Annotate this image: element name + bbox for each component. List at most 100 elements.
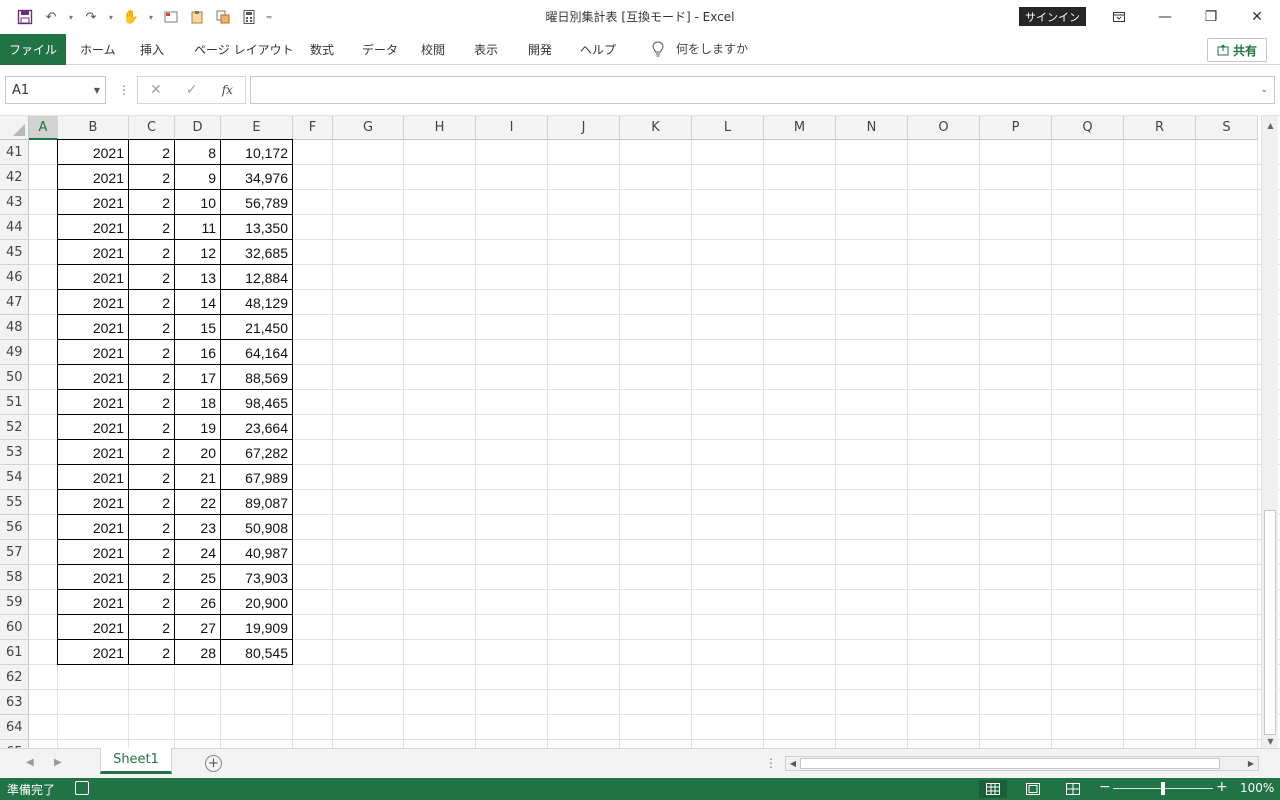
sheet-tab-sheet1[interactable]: Sheet1: [100, 748, 172, 774]
cell-b-value[interactable]: [58, 665, 129, 690]
cell-d-value[interactable]: 17: [175, 365, 221, 390]
row-header[interactable]: 42: [0, 165, 29, 190]
cell-c-value[interactable]: 2: [129, 590, 175, 615]
column-header-b[interactable]: B: [58, 116, 129, 140]
scroll-up-icon[interactable]: ▲: [1262, 118, 1279, 132]
cell-d-value[interactable]: 18: [175, 390, 221, 415]
cell-e-value[interactable]: 12,884: [221, 265, 293, 290]
expand-formula-bar-icon[interactable]: ⌄: [1260, 85, 1268, 95]
horizontal-scrollbar[interactable]: ◀ ▶: [785, 756, 1259, 771]
cell-b-value[interactable]: 2021: [58, 440, 129, 465]
cell-d-value[interactable]: 9: [175, 165, 221, 190]
cancel-icon[interactable]: ✕: [150, 82, 162, 98]
column-header-j[interactable]: J: [548, 116, 620, 140]
page-layout-view-button[interactable]: [1019, 780, 1047, 798]
cell-b-value[interactable]: 2021: [58, 265, 129, 290]
cell-b-value[interactable]: 2021: [58, 165, 129, 190]
add-sheet-icon[interactable]: +: [205, 755, 222, 772]
cell-b-value[interactable]: 2021: [58, 640, 129, 665]
column-header-p[interactable]: P: [980, 116, 1052, 140]
cell-d-value[interactable]: 25: [175, 565, 221, 590]
cell-d-value[interactable]: 23: [175, 515, 221, 540]
cell-c-value[interactable]: 2: [129, 415, 175, 440]
column-header-a[interactable]: A: [29, 116, 58, 140]
cell-b-value[interactable]: [58, 740, 129, 748]
cell-b-value[interactable]: 2021: [58, 540, 129, 565]
column-header-i[interactable]: I: [476, 116, 548, 140]
tab-home[interactable]: ホーム: [80, 41, 116, 58]
cell-e-value[interactable]: 23,664: [221, 415, 293, 440]
tab-developer[interactable]: 開発: [528, 41, 552, 58]
column-header-n[interactable]: N: [836, 116, 908, 140]
cell-e-value[interactable]: 64,164: [221, 340, 293, 365]
column-header-h[interactable]: H: [404, 116, 476, 140]
cell-e-value[interactable]: 21,450: [221, 315, 293, 340]
cell-c-value[interactable]: 2: [129, 390, 175, 415]
cell-d-value[interactable]: 28: [175, 640, 221, 665]
tab-view[interactable]: 表示: [474, 41, 498, 58]
cell-d-value[interactable]: [175, 715, 221, 740]
tab-page-layout[interactable]: ページ レイアウト: [194, 41, 294, 58]
cell-d-value[interactable]: 15: [175, 315, 221, 340]
cell-d-value[interactable]: 21: [175, 465, 221, 490]
cell-e-value[interactable]: 40,987: [221, 540, 293, 565]
select-all-button[interactable]: [0, 116, 29, 140]
tab-formulas[interactable]: 数式: [310, 41, 334, 58]
insert-function-button[interactable]: fx: [222, 83, 233, 97]
row-header[interactable]: 57: [0, 540, 29, 565]
cell-b-value[interactable]: 2021: [58, 315, 129, 340]
tab-help[interactable]: ヘルプ: [580, 41, 616, 58]
tab-review[interactable]: 校閲: [421, 41, 445, 58]
cell-c-value[interactable]: 2: [129, 540, 175, 565]
cell-d-value[interactable]: 14: [175, 290, 221, 315]
row-header[interactable]: 52: [0, 415, 29, 440]
cell-b-value[interactable]: 2021: [58, 215, 129, 240]
cell-e-value[interactable]: 50,908: [221, 515, 293, 540]
cell-d-value[interactable]: [175, 690, 221, 715]
cell-c-value[interactable]: 2: [129, 490, 175, 515]
cell-b-value[interactable]: 2021: [58, 290, 129, 315]
cell-c-value[interactable]: 2: [129, 565, 175, 590]
column-header-r[interactable]: R: [1124, 116, 1196, 140]
cell-b-value[interactable]: [58, 690, 129, 715]
tab-file[interactable]: ファイル: [0, 34, 66, 65]
tab-data[interactable]: データ: [362, 41, 398, 58]
cell-c-value[interactable]: [129, 690, 175, 715]
name-box-dropdown-icon[interactable]: ▼: [94, 86, 100, 95]
cell-e-value[interactable]: 98,465: [221, 390, 293, 415]
share-button[interactable]: 共有: [1207, 38, 1267, 62]
cell-c-value[interactable]: 2: [129, 190, 175, 215]
row-header[interactable]: 64: [0, 715, 29, 740]
column-header-o[interactable]: O: [908, 116, 980, 140]
cell-d-value[interactable]: 13: [175, 265, 221, 290]
cell-d-value[interactable]: 20: [175, 440, 221, 465]
cell-c-value[interactable]: [129, 665, 175, 690]
cell-c-value[interactable]: 2: [129, 240, 175, 265]
cell-e-value[interactable]: 73,903: [221, 565, 293, 590]
cell-e-value[interactable]: 10,172: [221, 140, 293, 165]
page-break-view-button[interactable]: [1059, 780, 1087, 798]
column-header-e[interactable]: E: [221, 116, 293, 140]
cell-c-value[interactable]: [129, 715, 175, 740]
row-header[interactable]: 49: [0, 340, 29, 365]
row-header[interactable]: 62: [0, 665, 29, 690]
cell-d-value[interactable]: 10: [175, 190, 221, 215]
formula-bar-resize-handle[interactable]: ⋮: [118, 83, 130, 97]
accessibility-icon[interactable]: [75, 781, 89, 795]
cell-c-value[interactable]: 2: [129, 140, 175, 165]
column-header-k[interactable]: K: [620, 116, 692, 140]
cell-e-value[interactable]: 13,350: [221, 215, 293, 240]
cell-c-value[interactable]: 2: [129, 165, 175, 190]
cell-e-value[interactable]: 80,545: [221, 640, 293, 665]
column-header-g[interactable]: G: [333, 116, 404, 140]
cell-b-value[interactable]: 2021: [58, 240, 129, 265]
cell-c-value[interactable]: 2: [129, 615, 175, 640]
cell-c-value[interactable]: 2: [129, 315, 175, 340]
row-header[interactable]: 51: [0, 390, 29, 415]
enter-icon[interactable]: ✓: [186, 82, 198, 98]
row-header[interactable]: 53: [0, 440, 29, 465]
row-header[interactable]: 46: [0, 265, 29, 290]
cell-c-value[interactable]: 2: [129, 340, 175, 365]
minimize-icon[interactable]: —: [1142, 0, 1188, 33]
row-header[interactable]: 45: [0, 240, 29, 265]
